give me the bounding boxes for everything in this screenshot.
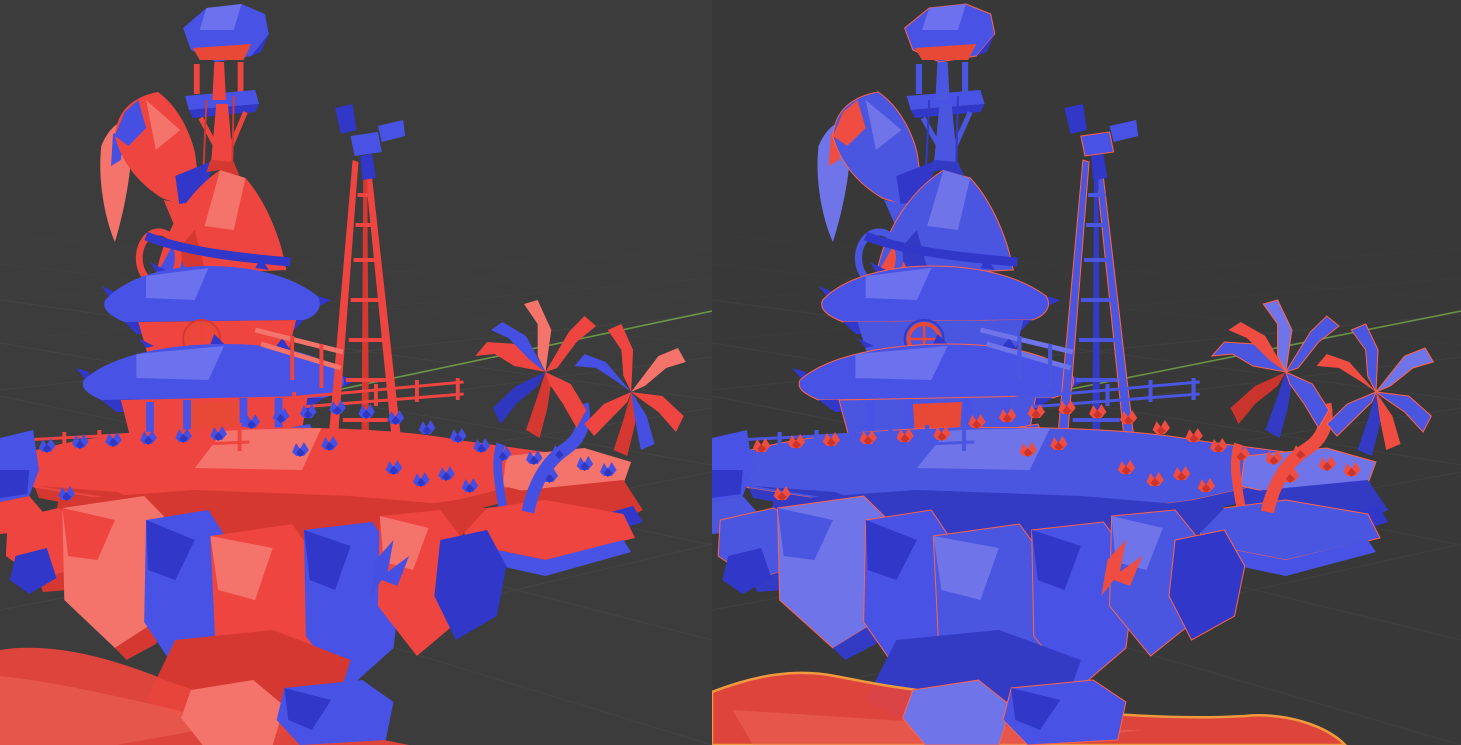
viewport-canvas-right[interactable] [712,0,1461,745]
viewport-comparison [0,0,1461,745]
viewport-canvas-left[interactable] [0,0,712,745]
viewport-panel-right[interactable] [712,0,1461,745]
viewport-panel-left[interactable] [0,0,712,745]
